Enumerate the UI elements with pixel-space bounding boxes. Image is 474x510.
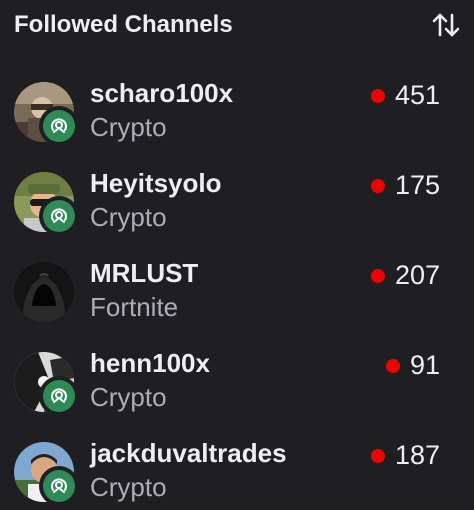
- crypto-badge-icon: [51, 118, 67, 133]
- panel-title: Followed Channels: [14, 11, 233, 38]
- viewer-count: 451: [370, 80, 440, 111]
- channel-name: MRLUST: [90, 258, 199, 288]
- channel-category: Crypto: [90, 202, 167, 232]
- channel-row[interactable]: Heyitsyolo Crypto 175: [0, 160, 474, 250]
- viewer-count-value: 451: [394, 80, 440, 110]
- channel-row[interactable]: MRLUST Fortnite 207: [0, 250, 474, 340]
- channel-category: Crypto: [90, 112, 167, 142]
- crypto-badge-icon: [51, 208, 67, 223]
- channel-row[interactable]: scharo100x Crypto 451: [0, 70, 474, 160]
- viewer-count: 207: [370, 260, 440, 291]
- viewer-count-value: 207: [394, 260, 440, 290]
- channel-name: Heyitsyolo: [90, 168, 222, 198]
- category-badge: [39, 196, 79, 236]
- live-indicator-icon: [370, 88, 385, 103]
- channel-name: jackduvaltrades: [90, 438, 287, 468]
- avatar: [14, 262, 74, 322]
- channel-row[interactable]: henn100x Crypto 91: [0, 340, 474, 430]
- channel-list: scharo100x Crypto 451 Heyitsyolo Crypto …: [0, 70, 474, 510]
- live-indicator-icon: [370, 178, 385, 193]
- viewer-count: 91: [385, 350, 440, 381]
- channel-name: scharo100x: [90, 78, 234, 108]
- category-badge: [39, 466, 79, 506]
- crypto-badge-icon: [51, 478, 67, 493]
- viewer-count: 175: [370, 170, 440, 201]
- viewer-count-value: 175: [394, 170, 440, 200]
- viewer-count-value: 187: [394, 440, 440, 470]
- channel-category: Crypto: [90, 472, 167, 502]
- sort-arrows-icon: [432, 13, 460, 37]
- category-badge: [39, 106, 79, 146]
- category-badge: [39, 376, 79, 416]
- channel-name: henn100x: [90, 348, 210, 378]
- sort-button[interactable]: [428, 7, 464, 43]
- live-indicator-icon: [370, 268, 385, 283]
- channel-category: Fortnite: [90, 292, 179, 322]
- viewer-count-value: 91: [409, 350, 440, 380]
- channel-row[interactable]: jackduvaltrades Crypto 187: [0, 430, 474, 510]
- viewer-count: 187: [370, 440, 440, 471]
- channel-category: Crypto: [90, 382, 167, 412]
- crypto-badge-icon: [51, 388, 67, 403]
- panel-header: Followed Channels: [14, 8, 460, 42]
- live-indicator-icon: [370, 448, 385, 463]
- live-indicator-icon: [385, 358, 400, 373]
- followed-channels-panel: Followed Channels scharo100x Crypto 451 …: [0, 0, 474, 510]
